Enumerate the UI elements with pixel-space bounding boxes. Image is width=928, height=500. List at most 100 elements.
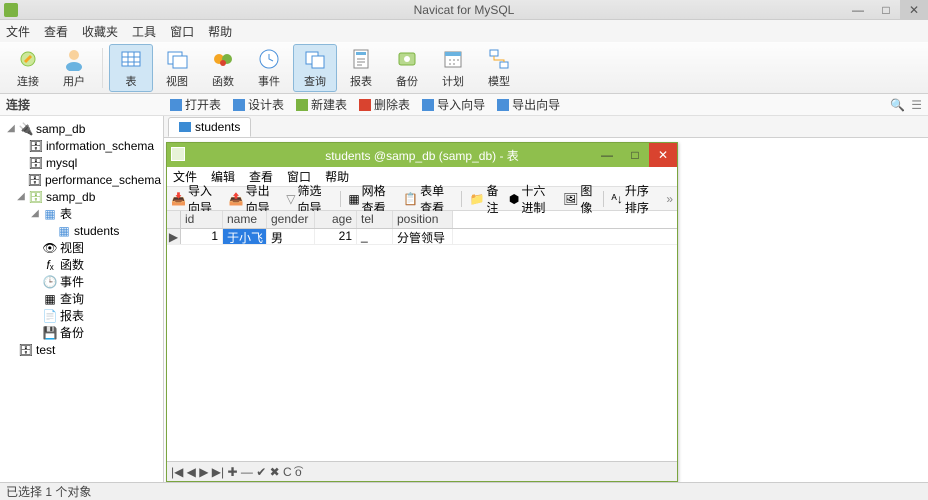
- query-icon: ▦: [43, 293, 57, 305]
- clock-icon: 🕒: [43, 276, 57, 288]
- ct-more[interactable]: »: [666, 192, 673, 206]
- function-icon: fₓ: [43, 259, 57, 271]
- table-icon: [171, 147, 185, 161]
- tree-table-students[interactable]: ▦students: [2, 222, 161, 239]
- tree-reports-folder[interactable]: 📄报表: [2, 307, 161, 324]
- menu-favorites[interactable]: 收藏夹: [82, 23, 118, 40]
- minimize-button[interactable]: —: [844, 0, 872, 20]
- ribbon-function[interactable]: 函数: [201, 44, 245, 92]
- ribbon-user[interactable]: 用户: [52, 44, 96, 92]
- report-icon: 📄: [43, 310, 57, 322]
- ct-sort[interactable]: ᴬ↓升序排序: [611, 182, 658, 216]
- cell-tel[interactable]: _: [357, 229, 393, 244]
- child-close-button[interactable]: ✕: [649, 143, 677, 167]
- plug-icon: [16, 47, 40, 71]
- sub-import[interactable]: 导入向导: [422, 96, 485, 113]
- plug-icon: 🔌: [19, 123, 33, 135]
- col-gender[interactable]: gender: [267, 211, 315, 228]
- menu-view[interactable]: 查看: [44, 23, 68, 40]
- ribbon-query[interactable]: 查询: [293, 44, 337, 92]
- menu-file[interactable]: 文件: [6, 23, 30, 40]
- connection-tree[interactable]: ◢🔌samp_db 🗄information_schema 🗄mysql 🗄pe…: [0, 116, 164, 482]
- view-icon: 👁: [43, 242, 57, 254]
- col-position[interactable]: position: [393, 211, 453, 228]
- status-bar: 已选择 1 个对象: [0, 482, 928, 500]
- ct-memo[interactable]: 📁备注: [470, 182, 501, 216]
- tree-views-folder[interactable]: 👁视图: [2, 239, 161, 256]
- tree-queries-folder[interactable]: ▦查询: [2, 290, 161, 307]
- user-icon: [62, 47, 86, 71]
- grid-header: id name gender age tel position: [167, 211, 677, 229]
- model-icon: [487, 47, 511, 71]
- sort-asc-icon: ᴬ↓: [611, 192, 622, 206]
- sub-new-table[interactable]: 新建表: [296, 96, 347, 113]
- cell-id[interactable]: 1: [181, 229, 223, 244]
- tree-events-folder[interactable]: 🕒事件: [2, 273, 161, 290]
- ribbon-connect[interactable]: 连接: [6, 44, 50, 92]
- tree-tables-folder[interactable]: ◢▦表: [2, 205, 161, 222]
- search-icon[interactable]: 🔍: [890, 98, 905, 112]
- ribbon-backup[interactable]: 备份: [385, 44, 429, 92]
- child-window-students: students @samp_db (samp_db) - 表 — □ ✕ 文件…: [166, 142, 678, 482]
- cell-name[interactable]: 于小飞: [223, 229, 267, 244]
- tree-backups-folder[interactable]: 💾备份: [2, 324, 161, 341]
- sub-design-table[interactable]: 设计表: [233, 96, 284, 113]
- table-icon: [119, 47, 143, 71]
- ribbon-model[interactable]: 模型: [477, 44, 521, 92]
- table-row[interactable]: ▶ 1 于小飞 男 21 _ 分管领导: [167, 229, 677, 245]
- database-icon: 🗄: [28, 174, 42, 186]
- backup-icon: [395, 47, 419, 71]
- tree-db-mysql[interactable]: 🗄mysql: [2, 154, 161, 171]
- sub-delete-table[interactable]: 删除表: [359, 96, 410, 113]
- child-maximize-button[interactable]: □: [621, 143, 649, 167]
- menu-help[interactable]: 帮助: [208, 23, 232, 40]
- tab-students[interactable]: students: [168, 117, 251, 137]
- tree-conn-test[interactable]: 🗄test: [2, 341, 161, 358]
- menu-tools[interactable]: 工具: [132, 23, 156, 40]
- tree-db-performance_schema[interactable]: 🗄performance_schema: [2, 171, 161, 188]
- col-id[interactable]: id: [181, 211, 223, 228]
- tab-strip: students: [164, 116, 928, 138]
- ribbon-report[interactable]: 报表: [339, 44, 383, 92]
- table-icon: [179, 122, 191, 132]
- app-title: Navicat for MySQL: [414, 3, 515, 17]
- cell-position[interactable]: 分管领导: [393, 229, 453, 244]
- menu-window[interactable]: 窗口: [170, 23, 194, 40]
- child-titlebar[interactable]: students @samp_db (samp_db) - 表 — □ ✕: [167, 143, 677, 167]
- child-title: students @samp_db (samp_db) - 表: [325, 147, 519, 164]
- child-toolbar: 📥导入向导 📤导出向导 ▽筛选向导 ▦网格查看 📋表单查看 📁备注 ⬢十六进制 …: [167, 187, 677, 211]
- ribbon-schedule[interactable]: 计划: [431, 44, 475, 92]
- ribbon-view[interactable]: 视图: [155, 44, 199, 92]
- calendar-icon: [441, 47, 465, 71]
- row-header-corner: [167, 211, 181, 228]
- connection-pane-label: 连接: [0, 96, 164, 113]
- import-icon: [422, 99, 434, 111]
- ribbon-table[interactable]: 表: [109, 44, 153, 92]
- app-titlebar: Navicat for MySQL — □ ✕: [0, 0, 928, 20]
- close-button[interactable]: ✕: [900, 0, 928, 20]
- tree-db-samp_db[interactable]: ◢🗄samp_db: [2, 188, 161, 205]
- sub-export[interactable]: 导出向导: [497, 96, 560, 113]
- child-minimize-button[interactable]: —: [593, 143, 621, 167]
- design-icon: [233, 99, 245, 111]
- col-age[interactable]: age: [315, 211, 357, 228]
- delete-icon: [359, 99, 371, 111]
- sub-open-table[interactable]: 打开表: [170, 96, 221, 113]
- menubar: 文件 查看 收藏夹 工具 窗口 帮助: [0, 20, 928, 42]
- record-navigator[interactable]: |◀ ◀ ▶ ▶| ✚ — ✔ ✖ C ͡o: [167, 461, 677, 481]
- maximize-button[interactable]: □: [872, 0, 900, 20]
- ct-image[interactable]: 🖼图像: [563, 182, 595, 216]
- cell-gender[interactable]: 男: [267, 229, 315, 244]
- ribbon-event[interactable]: 事件: [247, 44, 291, 92]
- ribbon-toolbar: 连接 用户 表 视图 函数 事件 查询 报表 备份 计划 模型: [0, 42, 928, 94]
- content-area: students students @samp_db (samp_db) - 表…: [164, 116, 928, 482]
- tree-conn-samp_db[interactable]: ◢🔌samp_db: [2, 120, 161, 137]
- col-tel[interactable]: tel: [357, 211, 393, 228]
- list-mode-icon[interactable]: ☰: [911, 98, 922, 112]
- cell-age[interactable]: 21: [315, 229, 357, 244]
- tree-db-information_schema[interactable]: 🗄information_schema: [2, 137, 161, 154]
- ct-hex[interactable]: ⬢十六进制: [509, 182, 555, 216]
- query-icon: [303, 47, 327, 71]
- col-name[interactable]: name: [223, 211, 267, 228]
- tree-functions-folder[interactable]: fₓ函数: [2, 256, 161, 273]
